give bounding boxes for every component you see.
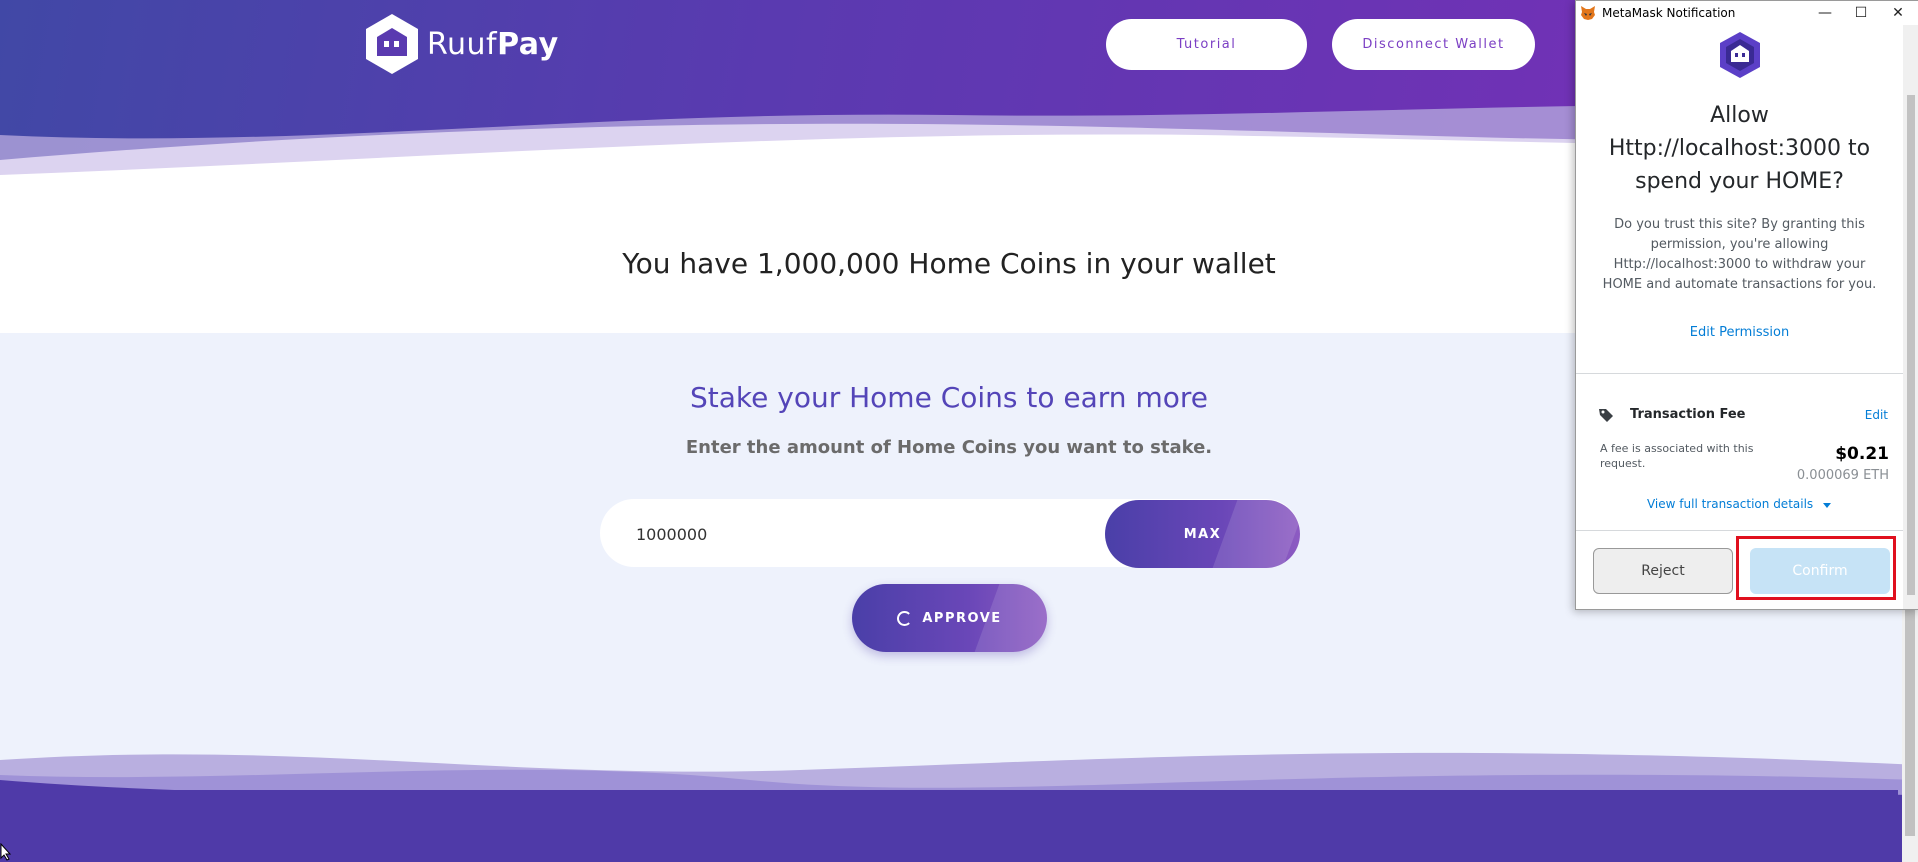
metamask-fox-icon — [1581, 6, 1595, 20]
footer — [0, 790, 1898, 862]
fee-eth-value: 0.000069 ETH — [1796, 468, 1889, 483]
disconnect-wallet-button[interactable]: Disconnect Wallet — [1332, 19, 1535, 70]
permission-heading: Allow Http://localhost:3000 to spend you… — [1608, 103, 1871, 194]
metamask-scrollbar-thumb[interactable] — [1907, 95, 1915, 595]
metamask-popup: MetaMask Notification — ☐ ✕ Allow Http:/… — [1575, 0, 1918, 610]
metamask-titlebar[interactable]: MetaMask Notification — ☐ ✕ — [1576, 1, 1918, 25]
mouse-cursor — [0, 843, 12, 861]
view-transaction-details-link[interactable]: View full transaction details — [1576, 497, 1903, 511]
transaction-fee-row: Transaction Fee Edit — [1598, 405, 1888, 427]
tutorial-button[interactable]: Tutorial — [1106, 19, 1307, 70]
divider — [1576, 530, 1903, 531]
divider — [1576, 373, 1903, 374]
fee-usd-value: $0.21 — [1835, 444, 1889, 464]
button-sheen-decoration — [1212, 500, 1300, 568]
brand-name: RuufPay — [427, 26, 559, 62]
metamask-content: Allow Http://localhost:3000 to spend you… — [1576, 25, 1903, 609]
house-logo-icon — [366, 14, 418, 74]
metamask-window-title: MetaMask Notification — [1602, 6, 1736, 20]
stake-amount-input[interactable] — [634, 518, 1138, 550]
permission-description: Do you trust this site? By granting this… — [1602, 217, 1877, 292]
maximize-button[interactable]: ☐ — [1845, 3, 1877, 23]
approve-button[interactable]: APPROVE — [852, 584, 1047, 652]
ruufpay-logo[interactable]: RuufPay — [363, 12, 559, 76]
fee-note: A fee is associated with this request. — [1600, 442, 1754, 470]
confirm-highlight-box — [1736, 536, 1896, 600]
reject-button[interactable]: Reject — [1593, 548, 1733, 594]
close-button[interactable]: ✕ — [1882, 3, 1914, 23]
edit-permission-link[interactable]: Edit Permission — [1576, 325, 1903, 340]
max-button[interactable]: MAX — [1105, 500, 1300, 568]
transaction-fee-label: Transaction Fee — [1630, 407, 1746, 422]
minimize-button[interactable]: — — [1809, 3, 1841, 23]
metamask-scrollbar[interactable] — [1903, 25, 1918, 609]
token-logo-icon — [1720, 32, 1760, 78]
chevron-down-icon — [1823, 502, 1831, 508]
max-button-label: MAX — [1183, 526, 1222, 542]
tag-icon — [1599, 409, 1613, 422]
fee-edit-link[interactable]: Edit — [1865, 408, 1888, 422]
spinner-icon — [897, 610, 913, 626]
